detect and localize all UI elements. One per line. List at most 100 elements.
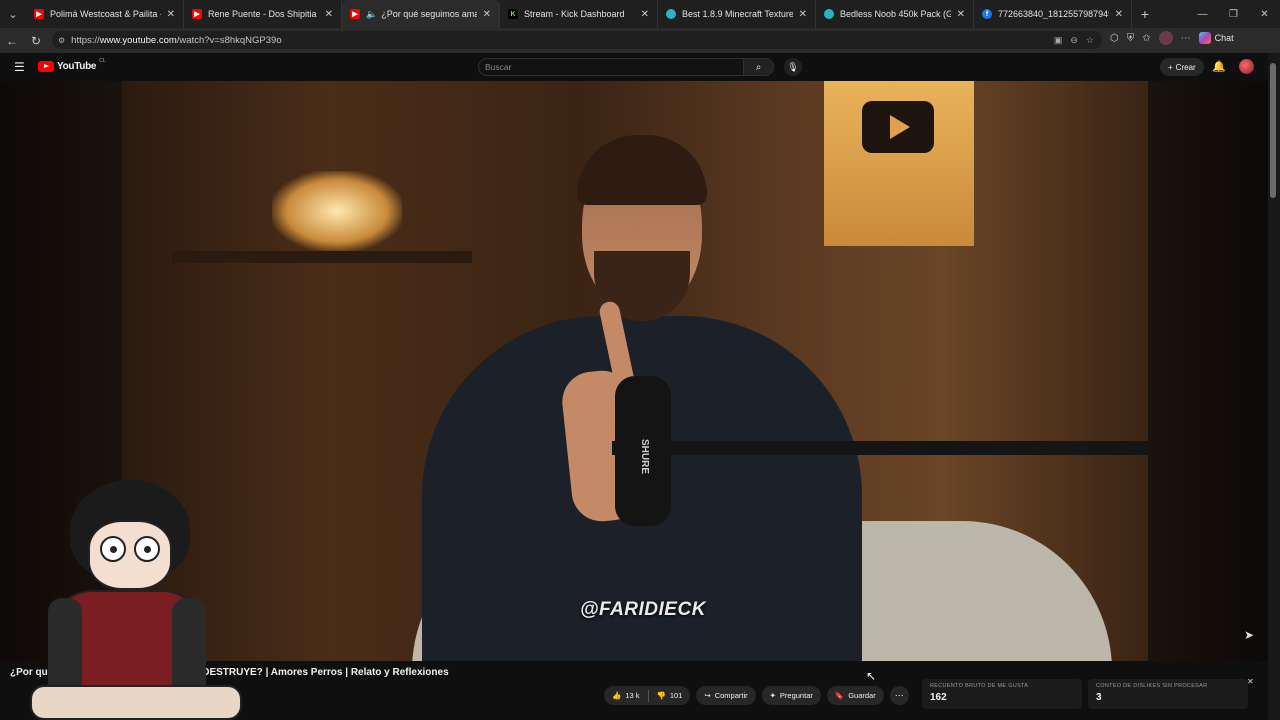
bookmark-icon: 🔖 [834,691,845,700]
youtube-play-icon [38,61,54,72]
raw-likes-value: 162 [930,692,947,703]
avatar-eye [100,536,126,562]
close-window-icon[interactable]: ✕ [1249,0,1280,28]
avatar-hands [30,685,242,720]
back-icon[interactable]: ← [0,28,24,53]
close-icon[interactable]: ✕ [641,9,649,20]
window-controls: — ❐ ✕ [1187,0,1280,28]
hair [577,135,707,205]
bookmark-star-icon[interactable]: ☆ [1086,35,1094,46]
globe-icon [666,9,676,19]
raw-dislikes-label: CONTEO DE DISLIKES SIN PROCESAR [1096,683,1208,689]
close-icon[interactable]: ✕ [799,9,807,20]
tab-title: ¿Por qué seguimos amando a [381,9,476,19]
mic-icon: 🎙 [787,61,799,72]
video-frame: SHURE @FARIDIECK [122,81,1148,661]
speaker-icon[interactable]: 🔈 [366,9,377,20]
close-icon[interactable]: ✕ [957,9,965,20]
ask-label: Preguntar [779,691,813,700]
tab-title: Rene Puente - Dos Shipitia (Video [208,9,319,19]
browser-tab[interactable]: K Stream - Kick Dashboard ✕ [500,0,658,28]
logo-text: YouTube [57,61,97,72]
browser-tab[interactable]: ▶ Rene Puente - Dos Shipitia (Video ✕ [184,0,342,28]
ask-button[interactable]: ✦ Preguntar [761,686,821,705]
dislike-button[interactable]: 👎 101 [649,691,691,700]
lamp [272,171,402,251]
mic-brand: SHURE [639,438,651,475]
more-actions-button[interactable]: ⋯ [889,686,909,705]
url-field[interactable]: ⚙ https://www.youtube.com/watch?v=s8hkqN… [52,31,1102,49]
like-count: 13 k [625,691,640,700]
copilot-icon [1198,32,1211,44]
url-text: https://www.youtube.com/watch?v=s8hkqNGP… [71,34,282,46]
tab-title: Stream - Kick Dashboard [524,9,625,19]
restore-icon[interactable]: ❐ [1218,0,1249,28]
browser-tab[interactable]: f 772663840_1812557987949832 ✕ [974,0,1132,28]
thumbs-down-icon: 👎 [656,691,666,700]
create-label: Crear [1175,62,1196,72]
favorites-icon[interactable]: ✩ [1142,33,1150,44]
kick-icon: K [508,9,518,19]
youtube-icon: ▶ [350,9,360,19]
mouse-cursor-icon: ↖ [866,669,877,683]
create-button[interactable]: + Crear [1160,58,1204,76]
zoom-icon[interactable]: ⊖ [1070,35,1078,46]
browser-tab-active[interactable]: ▶ 🔈 ¿Por qué seguimos amando a ✕ [342,0,500,28]
chat-label: Chat [1214,33,1234,43]
pointer-icon: ➤ [1244,628,1255,642]
channel-watermark: @FARIDIECK [580,599,706,620]
share-label: Compartir [714,691,748,700]
close-icon[interactable]: ✕ [325,9,333,20]
notifications-bell-icon[interactable]: 🔔 [1212,60,1226,73]
menu-icon[interactable]: ☰ [14,60,25,74]
close-icon[interactable]: ✕ [167,9,175,20]
reload-icon[interactable]: ↻ [24,28,48,53]
shield-icon[interactable]: ⛨ [1127,33,1135,44]
share-icon: ↪ [704,691,711,700]
save-button[interactable]: 🔖 Guardar [826,686,884,705]
like-dislike-group: 👍 13 k 👎 101 [604,686,691,705]
tab-title: Polimá Westcoast & Pailita - Ultra [50,9,161,19]
youtube-icon: ▶ [34,9,44,19]
video-actions: 👍 13 k 👎 101 ↪ Compartir ✦ Preguntar 🔖 Guarda… [604,686,909,705]
raw-dislikes-value: 3 [1096,692,1102,703]
minimize-icon[interactable]: — [1187,0,1218,28]
close-icon[interactable]: ✕ [1115,9,1123,20]
facebook-icon: f [982,9,992,19]
thumbs-up-icon: 👍 [612,691,622,700]
search-input[interactable]: Buscar [478,58,744,76]
sparkle-icon: ✦ [769,691,776,700]
raw-likes-counter: RECUENTO BRUTO DE ME GUSTA 162 [922,679,1082,709]
youtube-icon: ▶ [192,9,202,19]
like-button[interactable]: 👍 13 k [604,691,648,700]
tab-title: Best 1.8.9 Minecraft Texture Packs [682,9,793,19]
more-menu-icon[interactable]: ⋯ [1181,33,1191,44]
avatar-eye [134,536,160,562]
browser-tab[interactable]: Best 1.8.9 Minecraft Texture Packs ✕ [658,0,816,28]
search-icon: ⌕ [755,61,762,73]
tab-search-icon[interactable]: ⌄ [0,0,26,28]
video-letterbox-right [1148,81,1268,661]
share-button[interactable]: ↪ Compartir [696,686,756,705]
account-avatar[interactable] [1239,59,1254,74]
browser-tab[interactable]: ▶ Polimá Westcoast & Pailita - Ultra ✕ [26,0,184,28]
tab-title: Bedless Noob 450k Pack (Galaxy [840,9,951,19]
extensions-icon[interactable]: ⬡ [1110,33,1119,44]
browser-tab-bar: ⌄ ▶ Polimá Westcoast & Pailita - Ultra ✕… [0,0,1280,28]
install-app-icon[interactable]: ▣ [1054,35,1063,46]
new-tab-button[interactable]: + [1132,6,1158,22]
youtube-logo[interactable]: YouTube CL [38,58,106,72]
close-counters-icon[interactable]: ✕ [1247,677,1254,686]
scrollbar-thumb[interactable] [1270,63,1276,198]
globe-icon [824,9,834,19]
dislike-count: 101 [669,691,683,700]
chat-button[interactable]: Chat [1198,32,1234,44]
close-icon[interactable]: ✕ [483,9,491,20]
profile-avatar[interactable] [1158,31,1173,45]
search-button[interactable]: ⌕ [744,58,774,76]
site-info-icon[interactable]: ⚙ [58,36,65,45]
browser-tab[interactable]: Bedless Noob 450k Pack (Galaxy ✕ [816,0,974,28]
voice-search-button[interactable]: 🎙 [784,58,802,76]
streamer-avatar-overlay [30,480,242,720]
save-label: Guardar [848,691,876,700]
